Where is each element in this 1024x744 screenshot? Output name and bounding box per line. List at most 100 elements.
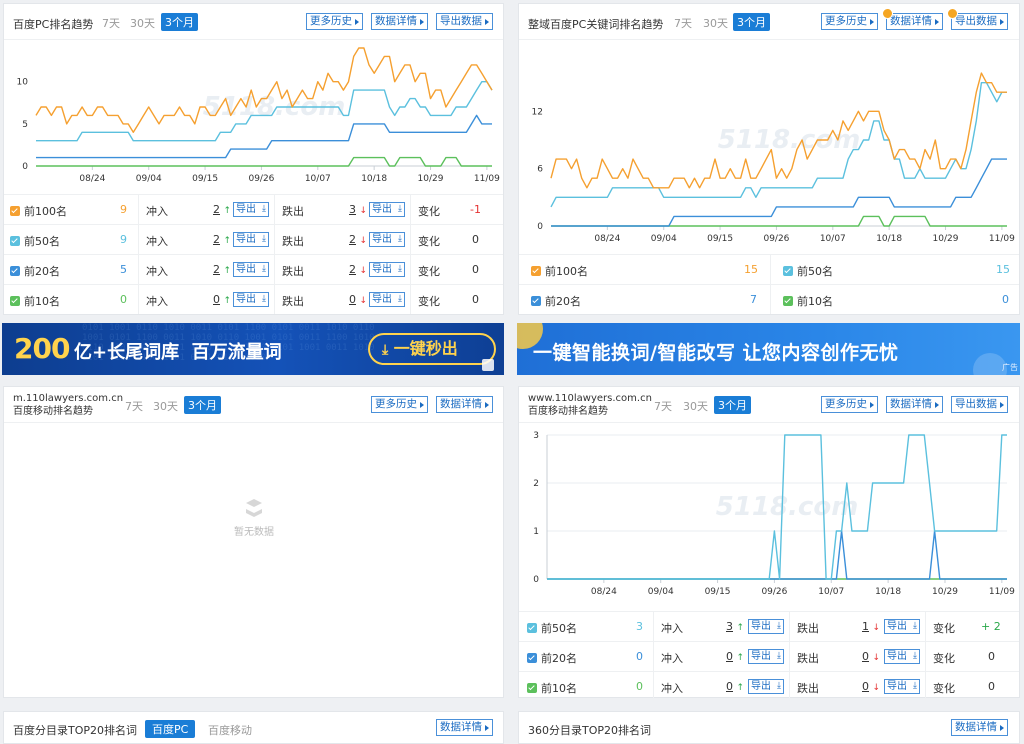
checkbox-icon[interactable] (10, 296, 20, 306)
export-button[interactable]: 导出 (369, 292, 405, 307)
range-tab-30d[interactable]: 30天 (153, 398, 178, 414)
range-tab-7d[interactable]: 7天 (654, 398, 672, 414)
range-tab-30d[interactable]: 30天 (130, 15, 155, 31)
out-count[interactable]: 3 ↓ (349, 203, 367, 216)
table-row: 前10名 0 冲入 0 ↑ 导出 跌出 0 ↓ 导出 变化 0 (4, 284, 503, 314)
export-button[interactable]: 导出 (233, 292, 269, 307)
in-count[interactable]: 0 ↑ (726, 680, 744, 693)
banner-text: 一键智能换词/智能改写 让您内容创作无忧 (533, 342, 899, 364)
ad-banner-smart-rewrite[interactable]: 一键智能换词/智能改写 让您内容创作无忧 广告 (517, 323, 1020, 375)
export-button[interactable]: 导出 (884, 619, 920, 634)
in-count[interactable]: 2 ↑ (213, 233, 231, 246)
panel-header: 百度PC排名趋势 7天 30天 3个月 更多历史 数据详情 导出数据 (4, 4, 503, 40)
tab-baidu-mobile[interactable]: 百度移动 (208, 722, 252, 738)
export-button[interactable]: 导出 (748, 619, 784, 634)
panel-title: 百度分目录TOP20排名词 (13, 724, 138, 737)
panel-mobile-www: www.110lawyers.com.cn 百度移动排名趋势 7天 30天 3个月… (518, 386, 1020, 701)
more-history-button[interactable]: 更多历史 (371, 396, 428, 413)
data-detail-button[interactable]: 数据详情 (436, 719, 493, 736)
checkbox-icon[interactable] (531, 266, 541, 276)
range-tab-30d[interactable]: 30天 (703, 15, 728, 31)
range-tab-7d[interactable]: 7天 (674, 15, 692, 31)
in-count[interactable]: 0 ↑ (726, 650, 744, 663)
ad-banner-keyword-library[interactable]: 0101 1001 0110 1010 0011 0101 1100 0101 … (2, 323, 504, 375)
checkbox-icon[interactable] (10, 236, 20, 246)
divider (274, 255, 275, 284)
range-tab-3m[interactable]: 3个月 (733, 13, 770, 31)
col-change-label: 变化 (933, 652, 955, 665)
more-history-button[interactable]: 更多历史 (306, 13, 363, 30)
more-history-button[interactable]: 更多历史 (821, 396, 878, 413)
range-tab-3m[interactable]: 3个月 (184, 396, 221, 414)
data-detail-button[interactable]: 数据详情 (886, 396, 943, 413)
data-detail-button[interactable]: 数据详情 (886, 13, 943, 30)
arrow-up-icon: ↑ (223, 206, 232, 216)
checkbox-icon[interactable] (10, 206, 20, 216)
checkbox-icon[interactable] (783, 296, 793, 306)
range-tab-3m[interactable]: 3个月 (714, 396, 751, 414)
col-in-label: 冲入 (146, 205, 168, 218)
panel-title: 360分目录TOP20排名词 (528, 724, 652, 737)
export-button[interactable]: 导出 (233, 202, 269, 217)
panel-domain-keywords: 整域百度PC关键词排名趋势 7天 30天 3个月 更多历史 数据详情 导出数据 … (518, 3, 1020, 315)
range-tab-7d[interactable]: 7天 (102, 15, 120, 31)
row-label: 前10名 (783, 293, 833, 309)
data-detail-button[interactable]: 数据详情 (371, 13, 428, 30)
x-tick-label: 09/15 (707, 234, 733, 244)
in-count[interactable]: 3 ↑ (726, 620, 744, 633)
banner-cta-button[interactable]: ⤓ 一键秒出 (368, 333, 496, 365)
in-count[interactable]: 0 ↑ (213, 293, 231, 306)
col-change-label: 变化 (933, 622, 955, 635)
in-count[interactable]: 2 ↑ (213, 263, 231, 276)
checkbox-icon[interactable] (527, 623, 537, 633)
divider (138, 225, 139, 254)
arrow-down-icon: ↓ (359, 266, 368, 276)
panel-header: 整域百度PC关键词排名趋势 7天 30天 3个月 更多历史 数据详情 导出数据 (519, 4, 1019, 40)
export-button[interactable]: 导出 (748, 679, 784, 694)
export-data-button[interactable]: 导出数据 (951, 396, 1008, 413)
x-tick-label: 09/04 (648, 587, 674, 597)
export-button[interactable]: 导出 (748, 649, 784, 664)
checkbox-icon[interactable] (527, 653, 537, 663)
col-out-label: 跌出 (797, 682, 819, 695)
tab-baidu-pc[interactable]: 百度PC (145, 720, 196, 738)
data-detail-button[interactable]: 数据详情 (436, 396, 493, 413)
checkbox-icon[interactable] (531, 296, 541, 306)
row-value: 15 (996, 263, 1010, 276)
out-count[interactable]: 2 ↓ (349, 233, 367, 246)
in-count[interactable]: 2 ↑ (213, 203, 231, 216)
export-button[interactable]: 导出 (369, 262, 405, 277)
export-button[interactable]: 导出 (233, 232, 269, 247)
out-count[interactable]: 0 ↓ (862, 680, 880, 693)
arrow-down-icon: ↓ (359, 236, 368, 246)
export-button[interactable]: 导出 (369, 232, 405, 247)
more-history-button[interactable]: 更多历史 (821, 13, 878, 30)
out-count[interactable]: 0 ↓ (862, 650, 880, 663)
col-in-label: 冲入 (146, 265, 168, 278)
arrow-up-icon: ↑ (736, 653, 745, 663)
checkbox-icon[interactable] (783, 266, 793, 276)
row-value: 0 (1002, 293, 1009, 306)
export-button[interactable]: 导出 (884, 649, 920, 664)
checkbox-icon[interactable] (527, 683, 537, 693)
data-detail-button[interactable]: 数据详情 (951, 719, 1008, 736)
range-tab-3m[interactable]: 3个月 (161, 13, 198, 31)
col-out-label: 跌出 (282, 235, 304, 248)
out-count[interactable]: 1 ↓ (862, 620, 880, 633)
y-tick-label: 0 (537, 222, 543, 232)
panel-title: 百度PC排名趋势 (13, 18, 94, 31)
vip-medal-icon (882, 8, 893, 19)
out-count[interactable]: 2 ↓ (349, 263, 367, 276)
export-data-button[interactable]: 导出数据 (951, 13, 1008, 30)
export-button[interactable]: 导出 (884, 679, 920, 694)
range-tab-7d[interactable]: 7天 (125, 398, 143, 414)
out-count[interactable]: 0 ↓ (349, 293, 367, 306)
export-data-button[interactable]: 导出数据 (436, 13, 493, 30)
export-button[interactable]: 导出 (369, 202, 405, 217)
export-button[interactable]: 导出 (233, 262, 269, 277)
x-tick-label: 09/15 (705, 587, 731, 597)
range-tab-30d[interactable]: 30天 (683, 398, 708, 414)
data-detail-label: 数据详情 (955, 721, 997, 733)
table-row: 前100名 9 冲入 2 ↑ 导出 跌出 3 ↓ 导出 变化 -1 (4, 194, 503, 224)
checkbox-icon[interactable] (10, 266, 20, 276)
